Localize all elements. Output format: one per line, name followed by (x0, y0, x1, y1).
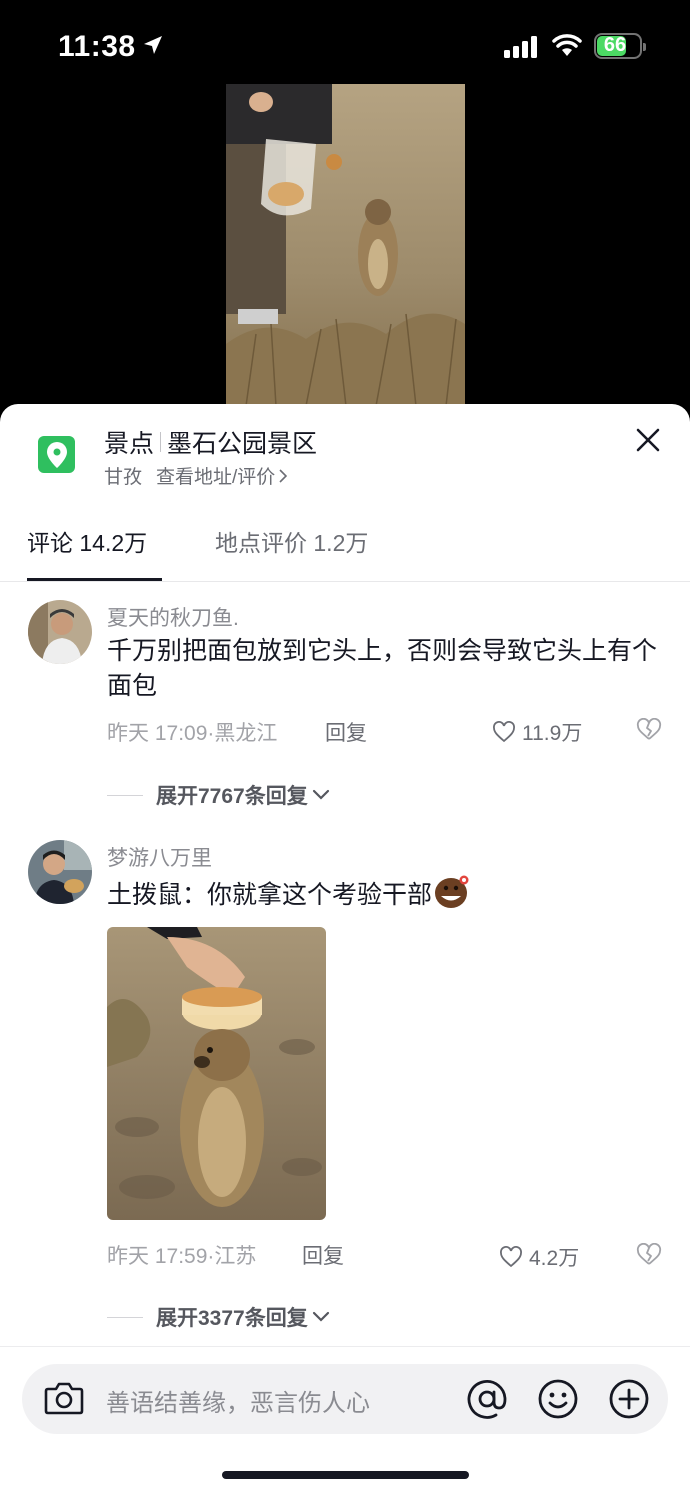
comment-text: 土拨鼠：你就拿这个考验干部 (107, 875, 667, 913)
comment-input-placeholder[interactable]: 善语结善缘，恶言伤人心 (106, 1383, 370, 1418)
poi-region: 甘孜 (104, 467, 143, 488)
chevron-right-icon (279, 468, 288, 483)
avatar[interactable] (28, 600, 92, 664)
emoji-icon[interactable] (537, 1378, 579, 1420)
close-icon[interactable] (634, 426, 662, 454)
expand-divider (107, 794, 143, 796)
home-indicator[interactable] (222, 1471, 469, 1479)
comment-input-bar: 善语结善缘，恶言伤人心 (0, 1346, 690, 1493)
expand-replies-label: 展开7767条回复 (156, 785, 308, 808)
poi-separator (160, 432, 162, 452)
signal-icon (504, 36, 537, 58)
poi-link[interactable]: 查看地址/评价 (156, 462, 275, 489)
chevron-down-icon (312, 789, 329, 800)
like-count: 4.2万 (529, 1247, 580, 1270)
broken-heart-icon[interactable] (636, 718, 662, 742)
heart-icon (500, 1246, 522, 1268)
broken-heart-icon[interactable] (636, 1243, 662, 1267)
video-frame (226, 84, 465, 406)
comment-input[interactable]: 善语结善缘，恶言伤人心 (22, 1364, 668, 1434)
comment-image[interactable] (107, 927, 326, 1220)
comment-username[interactable]: 梦游八万里 (107, 842, 212, 872)
location-arrow-icon (144, 36, 162, 54)
tab-bar: 评论 14.2万 地点评价 1.2万 (0, 512, 690, 582)
battery-icon: 66 (594, 33, 646, 59)
chevron-down-icon (312, 1311, 329, 1322)
expand-replies-button[interactable]: 展开7767条回复 (107, 780, 330, 810)
battery-level: 66 (603, 34, 627, 56)
like-button[interactable]: 4.2万 (499, 1242, 579, 1272)
reply-button[interactable]: 回复 (302, 1240, 344, 1270)
comment-meta: 昨天 17:59·江苏 (107, 1245, 257, 1268)
map-pin-icon (38, 436, 75, 473)
poi-subtitle[interactable]: 甘孜 查看地址/评价 (104, 462, 288, 489)
camera-icon[interactable] (44, 1380, 84, 1416)
video-player[interactable] (226, 84, 465, 406)
comment-text-content: 土拨鼠：你就拿这个考验干部 (107, 881, 433, 909)
poi-category: 景点 (104, 430, 155, 458)
poi-name: 墨石公园景区 (167, 430, 318, 458)
tab-comments[interactable]: 评论 14.2万 (27, 524, 147, 558)
expand-replies-label: 展开3377条回复 (156, 1307, 308, 1330)
like-button[interactable]: 11.9万 (492, 717, 582, 747)
status-time: 11:38 (58, 30, 136, 63)
like-count: 11.9万 (522, 722, 583, 745)
expand-replies-button[interactable]: 展开3377条回复 (107, 1302, 330, 1332)
avatar[interactable] (28, 840, 92, 904)
heart-icon (493, 721, 515, 743)
comment-text: 千万别把面包放到它头上，否则会导致它头上有个面包 (107, 637, 658, 700)
poi-title[interactable]: 景点 墨石公园景区 (104, 424, 317, 460)
wifi-icon (552, 34, 582, 56)
at-icon[interactable] (466, 1378, 508, 1420)
expand-divider (107, 1316, 143, 1318)
comment-username[interactable]: 夏天的秋刀鱼. (107, 602, 239, 632)
reply-button[interactable]: 回复 (325, 717, 367, 747)
plus-icon[interactable] (608, 1378, 650, 1420)
grinning-emoji-icon (435, 875, 469, 908)
comment-meta: 昨天 17:09·黑龙江 (107, 722, 278, 745)
tab-place-reviews[interactable]: 地点评价 1.2万 (215, 524, 368, 558)
tab-active-indicator (27, 578, 162, 581)
comment-sheet: 景点 墨石公园景区 甘孜 查看地址/评价 评论 14.2万 地点评价 1.2万 … (0, 404, 690, 1493)
status-bar: 11:38 66 (0, 0, 690, 84)
